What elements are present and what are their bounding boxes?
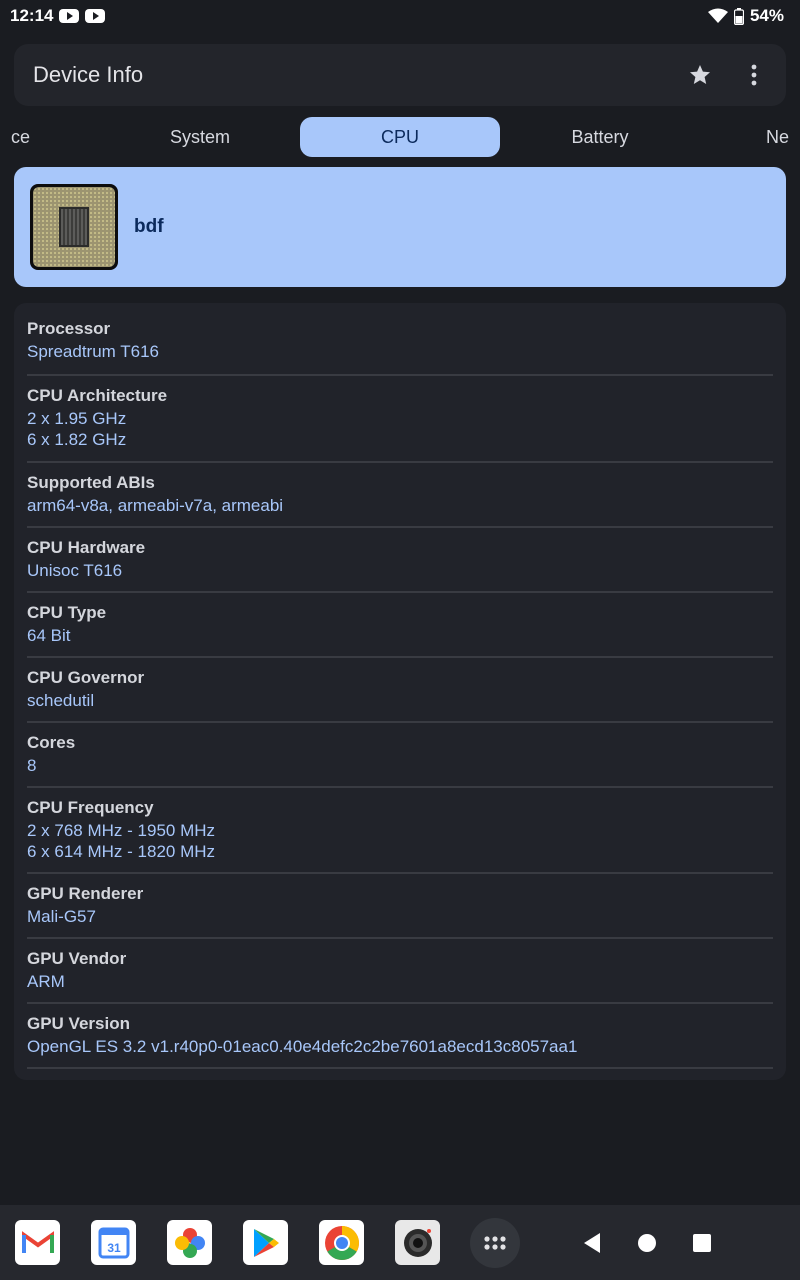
info-label: Supported ABIs xyxy=(27,473,155,492)
cpu-name: bdf xyxy=(134,216,164,237)
info-row-frequency: CPU Frequency 2 x 768 MHz - 1950 MHz 6 x… xyxy=(27,788,773,874)
info-value: Mali-G57 xyxy=(27,907,96,926)
info-value: schedutil xyxy=(27,691,95,710)
info-value: Spreadtrum T616 xyxy=(27,342,159,361)
more-options-button[interactable] xyxy=(740,61,768,89)
info-row-gpu-version: GPU Version OpenGL ES 3.2 v1.r40p0-01eac… xyxy=(27,1004,773,1069)
app-bar: Device Info xyxy=(14,44,786,106)
info-label: GPU Version xyxy=(27,1014,130,1033)
play-store-icon xyxy=(253,1228,279,1257)
battery-icon xyxy=(733,7,744,25)
info-value: Unisoc T616 xyxy=(27,561,123,580)
youtube-notification-icon xyxy=(59,9,80,23)
chrome-icon xyxy=(324,1225,359,1260)
camera-app[interactable] xyxy=(395,1220,440,1265)
chrome-app[interactable] xyxy=(319,1220,364,1265)
info-row-type: CPU Type 64 Bit xyxy=(27,593,773,658)
play-store-app[interactable] xyxy=(243,1220,288,1265)
battery-percent: 54% xyxy=(749,6,784,25)
info-value: ARM xyxy=(27,972,65,991)
apps-grid-icon xyxy=(484,1235,506,1250)
info-label: Processor xyxy=(27,319,111,338)
app-title: Device Info xyxy=(33,62,144,87)
wifi-icon xyxy=(707,8,728,23)
info-value: 8 xyxy=(27,756,37,775)
info-row-cores: Cores 8 xyxy=(27,723,773,788)
cpu-info-list: Processor Spreadtrum T616 CPU Architectu… xyxy=(14,303,786,1080)
tab-bar: ce System CPU Battery Ne xyxy=(0,117,800,157)
camera-icon xyxy=(403,1228,432,1257)
info-label: GPU Renderer xyxy=(27,884,144,903)
favorite-button[interactable] xyxy=(686,61,714,89)
tab-battery[interactable]: Battery xyxy=(500,117,700,157)
app-drawer-button[interactable] xyxy=(470,1217,520,1268)
info-value: 2 x 1.95 GHz 6 x 1.82 GHz xyxy=(27,409,127,449)
info-value: 64 Bit xyxy=(27,626,71,645)
status-bar: 12:14 54% xyxy=(0,0,800,32)
status-time: 12:14 xyxy=(10,6,54,25)
back-icon xyxy=(584,1232,600,1253)
info-label: CPU Architecture xyxy=(27,386,168,405)
star-icon xyxy=(690,65,710,84)
back-button[interactable] xyxy=(577,1228,607,1258)
tab-network[interactable]: Ne xyxy=(766,117,800,157)
info-label: CPU Hardware xyxy=(27,538,146,557)
gmail-icon xyxy=(21,1230,54,1253)
info-label: CPU Frequency xyxy=(27,798,154,817)
info-row-gpu-vendor: GPU Vendor ARM xyxy=(27,939,773,1004)
tab-cpu[interactable]: CPU xyxy=(300,117,500,157)
info-row-abis: Supported ABIs arm64-v8a, armeabi-v7a, a… xyxy=(27,463,773,528)
tab-device[interactable]: ce xyxy=(0,117,30,157)
info-row-gpu-renderer: GPU Renderer Mali-G57 xyxy=(27,874,773,939)
calendar-day: 31 xyxy=(107,1241,121,1255)
info-label: GPU Vendor xyxy=(27,949,127,968)
taskbar-dock: 31 xyxy=(0,1205,800,1280)
info-row-architecture: CPU Architecture 2 x 1.95 GHz 6 x 1.82 G… xyxy=(27,376,773,463)
youtube-notification-icon-2 xyxy=(85,9,106,23)
cpu-chip-image xyxy=(30,184,118,270)
info-label: CPU Governor xyxy=(27,668,145,687)
info-value: OpenGL ES 3.2 v1.r40p0-01eac0.40e4defc2c… xyxy=(27,1037,578,1056)
photos-icon xyxy=(174,1227,205,1258)
info-row-hardware: CPU Hardware Unisoc T616 xyxy=(27,528,773,593)
info-label: CPU Type xyxy=(27,603,107,622)
gmail-app[interactable] xyxy=(15,1220,60,1265)
info-row-governor: CPU Governor schedutil xyxy=(27,658,773,723)
info-row-processor: Processor Spreadtrum T616 xyxy=(27,317,773,376)
more-vert-icon xyxy=(751,64,757,86)
recents-icon xyxy=(693,1233,711,1252)
info-value: 2 x 768 MHz - 1950 MHz 6 x 614 MHz - 182… xyxy=(27,821,216,861)
home-icon xyxy=(638,1233,656,1252)
home-button[interactable] xyxy=(632,1228,662,1258)
info-value: arm64-v8a, armeabi-v7a, armeabi xyxy=(27,496,284,515)
info-label: Cores xyxy=(27,733,76,752)
tab-system[interactable]: System xyxy=(100,117,300,157)
cpu-header-card: bdf xyxy=(14,167,786,287)
recents-button[interactable] xyxy=(687,1228,717,1258)
calendar-app[interactable]: 31 xyxy=(91,1220,136,1265)
calendar-icon: 31 xyxy=(98,1227,129,1258)
photos-app[interactable] xyxy=(167,1220,212,1265)
